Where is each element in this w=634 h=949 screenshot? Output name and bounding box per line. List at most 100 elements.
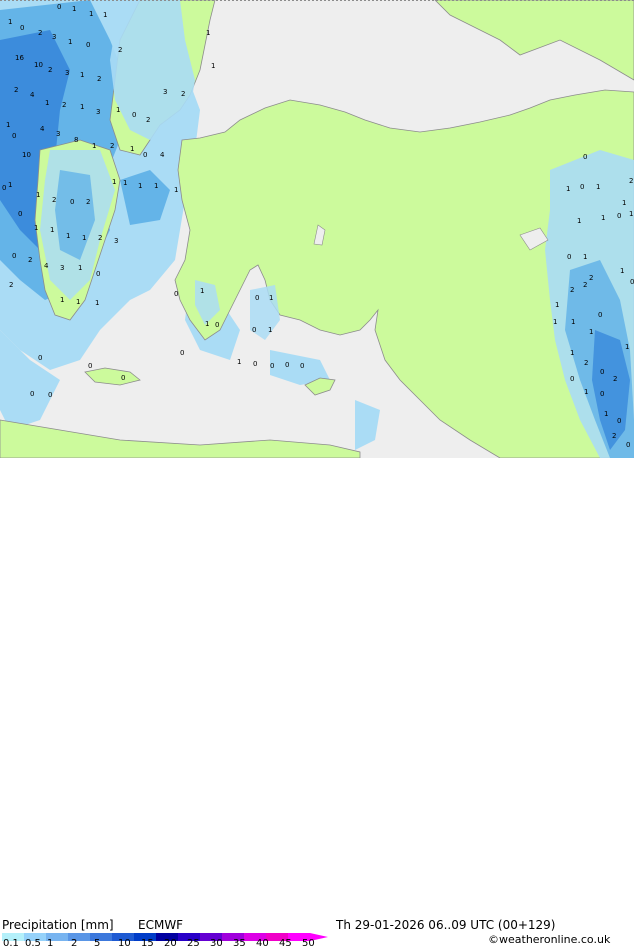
scale-tick-label: 40 — [256, 938, 269, 949]
scale-tick-label: 0.5 — [25, 938, 41, 949]
precip-value: 0 — [255, 294, 259, 302]
credit-link[interactable]: ©weatheronline.co.uk — [488, 933, 610, 947]
precip-value: 1 — [89, 10, 93, 18]
precip-value: 0 — [600, 368, 604, 376]
precip-value: 1 — [629, 210, 633, 218]
precip-value: 1 — [34, 224, 38, 232]
precip-value: 0 — [2, 184, 6, 192]
precip-value: 1 — [95, 299, 99, 307]
precip-value: 1 — [6, 121, 10, 129]
precip-value: 0 — [630, 278, 634, 286]
precip-value: 0 — [580, 183, 584, 191]
precip-value: 1 — [138, 182, 142, 190]
precip-value: 3 — [56, 130, 60, 138]
precip-value: 0 — [30, 390, 34, 398]
precip-value: 1 — [625, 343, 629, 351]
precip-value: 1 — [50, 226, 54, 234]
precip-value: 1 — [622, 199, 626, 207]
precip-value: 0 — [96, 270, 100, 278]
precip-value: 2 — [118, 46, 122, 54]
precip-value: 1 — [200, 287, 204, 295]
precip-value: 1 — [80, 103, 84, 111]
precip-value: 0 — [215, 321, 219, 329]
precip-value: 2 — [86, 198, 90, 206]
precip-value: 0 — [600, 390, 604, 398]
precip-value: 1 — [620, 267, 624, 275]
precip-value: 1 — [269, 294, 273, 302]
precip-value: 3 — [114, 237, 118, 245]
precip-value: 3 — [96, 108, 100, 116]
precip-value: 1 — [8, 181, 12, 189]
precip-value: 2 — [629, 177, 633, 185]
precip-value: 0 — [626, 441, 630, 449]
precip-value: 0 — [570, 375, 574, 383]
precip-value: 0 — [38, 354, 42, 362]
precip-value: 1 — [601, 214, 605, 222]
precip-value: 1 — [130, 145, 134, 153]
precip-value: 2 — [110, 142, 114, 150]
precip-value: 1 — [584, 388, 588, 396]
legend-title: Precipitation [mm] — [2, 918, 114, 932]
precip-value: 0 — [12, 252, 16, 260]
scale-tick-label: 35 — [233, 938, 246, 949]
scale-tick-label: 15 — [141, 938, 154, 949]
scale-tick-label: 10 — [118, 938, 131, 949]
precip-value: 0 — [18, 210, 22, 218]
precip-value: 1 — [92, 142, 96, 150]
scale-tick-label: 2 — [71, 938, 78, 949]
precip-value: 2 — [584, 359, 588, 367]
precip-value: 8 — [74, 136, 78, 144]
valid-datetime: Th 29-01-2026 06..09 UTC (00+129) — [336, 918, 556, 932]
precip-value: 1 — [76, 298, 80, 306]
precip-value: 2 — [9, 281, 13, 289]
precip-value: 1 — [45, 99, 49, 107]
precip-value: 2 — [583, 281, 587, 289]
precip-value: 1 — [268, 326, 272, 334]
precip-value: 1 — [577, 217, 581, 225]
precip-value: 10 — [34, 61, 43, 69]
precip-value: 1 — [112, 178, 116, 186]
precip-value: 0 — [86, 41, 90, 49]
precip-value: 1 — [589, 328, 593, 336]
precip-value: 2 — [589, 274, 593, 282]
precip-value: 2 — [97, 75, 101, 83]
precip-value: 0 — [252, 326, 256, 334]
precip-value: 1 — [570, 349, 574, 357]
precip-value: 2 — [14, 86, 18, 94]
precip-value: 1 — [571, 318, 575, 326]
precip-value: 0 — [253, 360, 257, 368]
precip-value: 2 — [613, 375, 617, 383]
precip-value: 1 — [123, 179, 127, 187]
precip-value: 2 — [612, 432, 616, 440]
precip-value: 1 — [66, 232, 70, 240]
precip-value: 3 — [163, 88, 167, 96]
precip-value: 1 — [103, 11, 107, 19]
precip-value: 1 — [174, 186, 178, 194]
precip-value: 1 — [604, 410, 608, 418]
precip-value: 0 — [48, 391, 52, 399]
precip-value: 1 — [80, 71, 84, 79]
precip-value: 0 — [598, 311, 602, 319]
precip-value: 0 — [180, 349, 184, 357]
precip-value: 2 — [98, 234, 102, 242]
scale-tick-label: 30 — [210, 938, 223, 949]
precip-value: 0 — [617, 212, 621, 220]
precip-value: 0 — [567, 253, 571, 261]
scale-tick-label: 25 — [187, 938, 200, 949]
precip-value: 1 — [596, 183, 600, 191]
precip-value: 1 — [206, 29, 210, 37]
precip-value: 0 — [583, 153, 587, 161]
precip-value: 2 — [570, 286, 574, 294]
precip-value: 0 — [88, 362, 92, 370]
precip-value: 3 — [60, 264, 64, 272]
precip-value: 1 — [553, 318, 557, 326]
precip-value: 0 — [70, 198, 74, 206]
scale-tick-label: 5 — [94, 938, 101, 949]
precip-value: 1 — [72, 5, 76, 13]
precip-value: 1 — [211, 62, 215, 70]
precip-value: 2 — [48, 66, 52, 74]
scale-tick-label: 0.1 — [3, 938, 19, 949]
precip-value: 0 — [270, 362, 274, 370]
precip-value: 16 — [15, 54, 24, 62]
precip-value: 0 — [617, 417, 621, 425]
